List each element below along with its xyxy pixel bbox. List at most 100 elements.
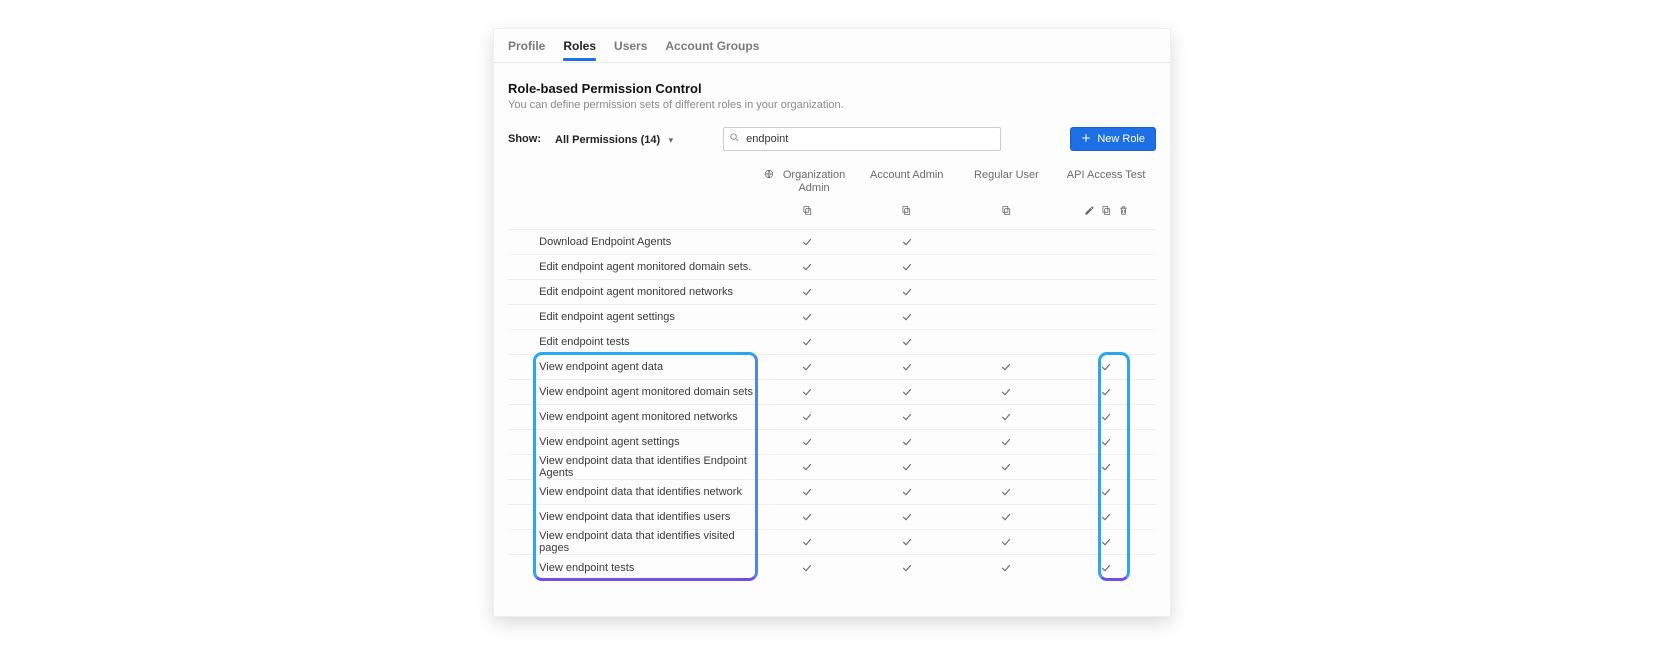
table-row: View endpoint agent monitored networks — [508, 405, 1156, 430]
table-row: View endpoint agent data — [508, 355, 1156, 380]
permission-check — [857, 405, 957, 430]
permission-check — [857, 305, 957, 330]
role-header-org-admin: Organization Admin — [757, 169, 857, 199]
permission-check — [957, 555, 1057, 580]
permission-check — [1056, 405, 1156, 430]
check-icon — [757, 436, 857, 448]
permission-check — [757, 330, 857, 355]
check-icon — [1056, 486, 1156, 498]
permission-check — [957, 530, 1057, 555]
show-filter-dropdown[interactable]: All Permissions (14) ▾ — [555, 130, 673, 148]
table-row: View endpoint data that identifies Endpo… — [508, 455, 1156, 480]
check-icon — [1056, 562, 1156, 574]
permission-name: View endpoint agent monitored networks — [539, 405, 757, 430]
check-icon — [957, 411, 1057, 423]
tab-roles[interactable]: Roles — [563, 31, 596, 60]
check-icon — [757, 562, 857, 574]
check-icon — [857, 386, 957, 398]
permission-check — [1056, 305, 1156, 330]
permission-name: View endpoint tests — [539, 555, 757, 580]
delete-icon[interactable] — [1118, 205, 1129, 219]
permission-check — [957, 480, 1057, 505]
check-icon — [757, 261, 857, 273]
edit-icon[interactable] — [1084, 205, 1095, 219]
settings-panel: Profile Roles Users Account Groups Role-… — [493, 28, 1171, 617]
check-icon — [1056, 536, 1156, 548]
permission-check — [1056, 280, 1156, 305]
check-icon — [757, 461, 857, 473]
table-row: View endpoint agent settings — [508, 430, 1156, 455]
permission-name: View endpoint data that identifies netwo… — [539, 480, 757, 505]
table-row: Download Endpoint Agents — [508, 230, 1156, 255]
permission-check — [757, 505, 857, 530]
role-header-account-admin: Account Admin — [857, 169, 957, 199]
show-filter-value: All Permissions (14) — [555, 134, 660, 146]
tab-account-groups[interactable]: Account Groups — [665, 31, 759, 60]
table-row: Edit endpoint agent settings — [508, 305, 1156, 330]
check-icon — [857, 411, 957, 423]
check-icon — [957, 386, 1057, 398]
copy-icon[interactable] — [802, 205, 813, 219]
permission-check — [757, 380, 857, 405]
check-icon — [957, 461, 1057, 473]
copy-icon[interactable] — [1101, 205, 1112, 219]
permission-check — [957, 255, 1057, 280]
check-icon — [857, 311, 957, 323]
permission-check — [957, 505, 1057, 530]
permission-check — [957, 280, 1057, 305]
permission-name: Edit endpoint tests — [539, 330, 757, 355]
check-icon — [857, 336, 957, 348]
check-icon — [1056, 436, 1156, 448]
check-icon — [857, 511, 957, 523]
permission-check — [757, 555, 857, 580]
show-label: Show: — [508, 133, 541, 145]
permission-check — [957, 305, 1057, 330]
permission-check — [957, 380, 1057, 405]
table-row: View endpoint tests — [508, 555, 1156, 580]
check-icon — [957, 562, 1057, 574]
role-actions-account-admin — [857, 199, 957, 229]
role-actions-api-test — [1056, 199, 1156, 229]
check-icon — [1056, 461, 1156, 473]
page-subtitle: You can define permission sets of differ… — [508, 99, 1156, 111]
check-icon — [857, 286, 957, 298]
permissions-body: Download Endpoint AgentsEdit endpoint ag… — [508, 230, 1156, 580]
check-icon — [857, 236, 957, 248]
permission-check — [957, 230, 1057, 255]
globe-icon — [764, 169, 774, 183]
permission-check — [857, 480, 957, 505]
check-icon — [857, 486, 957, 498]
permission-check — [857, 380, 957, 405]
permission-check — [1056, 330, 1156, 355]
table-row: View endpoint data that identifies netwo… — [508, 480, 1156, 505]
search-input[interactable] — [723, 127, 1001, 151]
permission-check — [857, 330, 957, 355]
controls-row: Show: All Permissions (14) ▾ — [508, 127, 1156, 151]
permission-check — [857, 230, 957, 255]
permission-check — [857, 555, 957, 580]
check-icon — [757, 336, 857, 348]
check-icon — [757, 386, 857, 398]
tab-profile[interactable]: Profile — [508, 31, 545, 60]
permission-check — [857, 455, 957, 480]
permission-name: Edit endpoint agent settings — [539, 305, 757, 330]
permission-check — [957, 405, 1057, 430]
permission-check — [757, 255, 857, 280]
copy-icon[interactable] — [901, 205, 912, 219]
check-icon — [857, 436, 957, 448]
permission-name: Edit endpoint agent monitored domain set… — [539, 255, 757, 280]
check-icon — [857, 361, 957, 373]
tab-users[interactable]: Users — [614, 31, 647, 60]
permission-check — [857, 355, 957, 380]
copy-icon[interactable] — [1001, 205, 1012, 219]
permission-name: View endpoint data that identifies users — [539, 505, 757, 530]
new-role-button[interactable]: New Role — [1070, 127, 1156, 151]
content-area: Role-based Permission Control You can de… — [494, 63, 1170, 616]
table-row: Edit endpoint agent monitored networks — [508, 280, 1156, 305]
search-field-wrap — [723, 127, 1001, 151]
role-header-api-test: API Access Test — [1056, 169, 1156, 199]
permission-check — [1056, 555, 1156, 580]
check-icon — [757, 236, 857, 248]
permissions-table: Organization Admin Account Admin Regular… — [508, 169, 1156, 580]
permission-check — [1056, 480, 1156, 505]
